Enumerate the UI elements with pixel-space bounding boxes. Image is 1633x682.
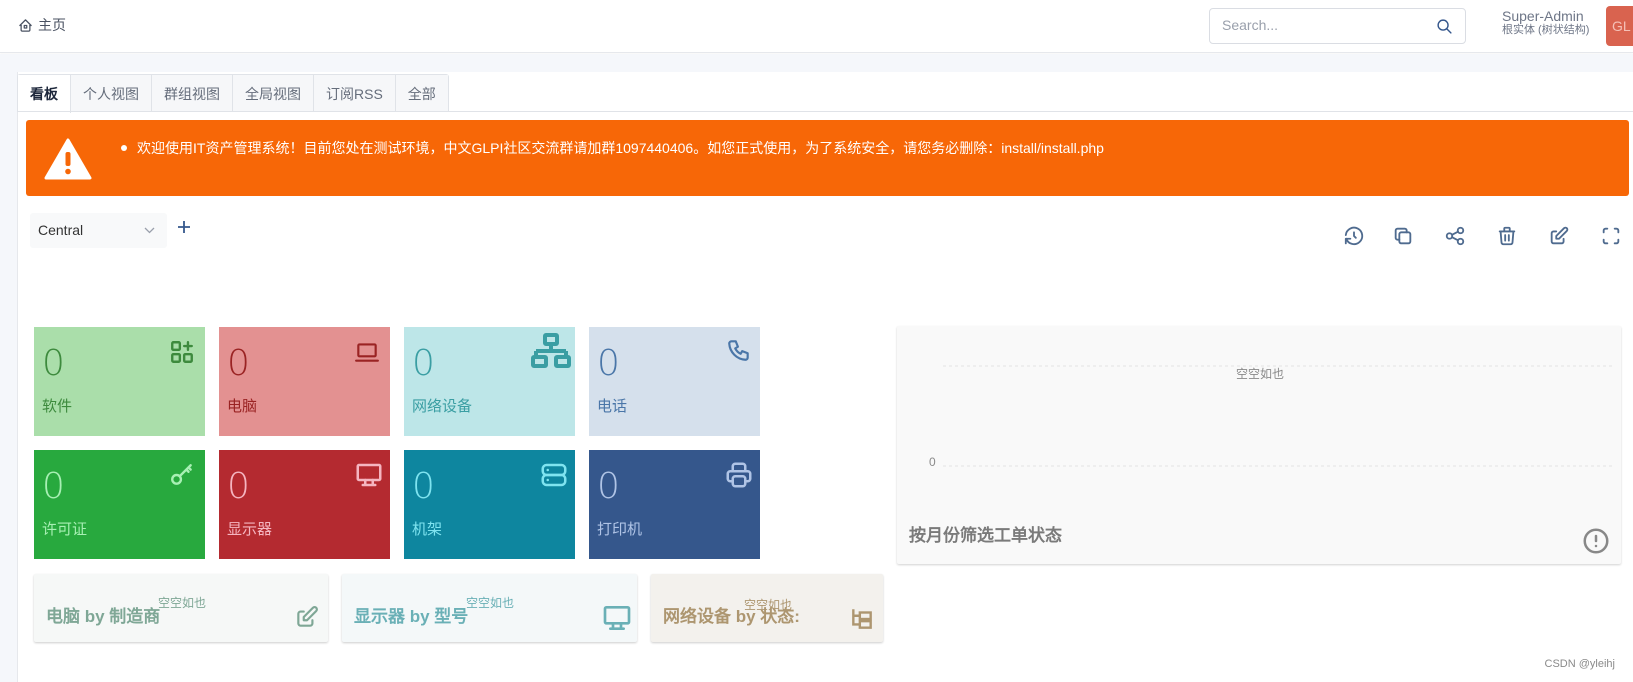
- widget-title: 显示器 by 型号: [354, 607, 469, 626]
- widget-ticket-status-by-month[interactable]: 0 空空如也 按月份筛选工单状态: [897, 326, 1621, 564]
- bullet: [121, 145, 127, 151]
- breadcrumb[interactable]: 主页: [18, 15, 66, 35]
- breadcrumb-home-link[interactable]: 主页: [38, 15, 66, 35]
- user-menu[interactable]: Super-Admin 根实体 (树状结构): [1502, 8, 1590, 37]
- ticket-status-chart: 0 空空如也: [929, 365, 1615, 469]
- card-monitors[interactable]: 0 显示器: [219, 450, 390, 559]
- history-icon[interactable]: [1343, 225, 1365, 247]
- card-phones[interactable]: 0 电话: [589, 327, 760, 436]
- chevron-down-icon: [144, 227, 155, 234]
- card-computers[interactable]: 0 电脑: [219, 327, 390, 436]
- monitor-icon: [356, 463, 382, 487]
- alert-text: 欢迎使用IT资产管理系统！目前您处在测试环境，中文GLPI社区交流群请加群109…: [137, 140, 1104, 156]
- trash-icon[interactable]: [1496, 225, 1518, 247]
- monitor-icon: [603, 606, 631, 630]
- network-icon: [531, 333, 571, 368]
- user-entity: 根实体 (树状结构): [1502, 24, 1590, 37]
- widget-monitors-by-model[interactable]: 显示器 by 型号 空空如也: [342, 574, 637, 642]
- top-header: 主页 Super-Admin 根实体 (树状结构) GL: [0, 0, 1633, 53]
- card-value: 0: [42, 343, 65, 384]
- card-value: 0: [412, 466, 435, 507]
- card-label: 显示器: [227, 521, 273, 538]
- widget-empty-text: 空空如也: [158, 596, 207, 610]
- card-value: 0: [42, 466, 65, 507]
- card-label: 网络设备: [412, 398, 473, 415]
- tab-group-view[interactable]: 群组视图: [152, 75, 233, 112]
- laptop-icon: [355, 343, 379, 362]
- fullscreen-icon[interactable]: [1600, 225, 1622, 247]
- card-value: 0: [227, 343, 250, 384]
- card-printers[interactable]: 0 打印机: [589, 450, 760, 559]
- tab-personal-view[interactable]: 个人视图: [71, 75, 152, 112]
- tree-icon: [852, 609, 872, 629]
- tab-rss[interactable]: 订阅RSS: [314, 75, 396, 112]
- printer-icon: [726, 462, 752, 488]
- card-network-devices[interactable]: 0 网络设备: [404, 327, 575, 436]
- widget-title: 按月份筛选工单状态: [909, 526, 1062, 545]
- card-value: 0: [597, 466, 620, 507]
- card-label: 许可证: [42, 521, 88, 538]
- clone-icon[interactable]: [1392, 225, 1414, 247]
- widget-empty-text: 空空如也: [744, 598, 793, 612]
- widget-computers-by-manufacturer[interactable]: 电脑 by 制造商 空空如也: [34, 574, 328, 642]
- chart-empty-text: 空空如也: [1236, 366, 1284, 381]
- tab-all[interactable]: 全部: [395, 75, 448, 112]
- card-value: 0: [227, 466, 250, 507]
- edit-icon[interactable]: [1548, 225, 1570, 247]
- share-icon[interactable]: [1444, 225, 1466, 247]
- footer-credit: CSDN @yleihj: [1544, 658, 1615, 670]
- card-label: 软件: [42, 398, 73, 415]
- card-label: 电脑: [227, 398, 258, 415]
- widget-network-devices-by-status[interactable]: 网络设备 by 状态: 空空如也: [651, 574, 883, 642]
- key-icon: [171, 464, 192, 485]
- y-tick-label: 0: [929, 455, 936, 469]
- alert-message: 欢迎使用IT资产管理系统！目前您处在测试环境，中文GLPI社区交流群请加群109…: [121, 138, 1104, 158]
- card-software[interactable]: 0 软件: [34, 327, 205, 436]
- card-licenses[interactable]: 0 许可证: [34, 450, 205, 559]
- search-box[interactable]: [1209, 8, 1466, 44]
- warning-triangle-icon: [44, 138, 92, 180]
- plus-icon[interactable]: [176, 219, 192, 235]
- card-label: 机架: [412, 521, 443, 538]
- card-value: 0: [597, 343, 620, 384]
- dashboard-select[interactable]: Central: [30, 213, 167, 248]
- card-label: 电话: [597, 398, 628, 415]
- dashboard-select-value: Central: [38, 222, 84, 238]
- view-tabs: 看板 个人视图 群组视图 全局视图 订阅RSS 全部: [17, 74, 449, 113]
- card-value: 0: [412, 343, 435, 384]
- card-label: 打印机: [597, 521, 643, 538]
- user-name: Super-Admin: [1502, 8, 1584, 24]
- search-input[interactable]: [1222, 17, 1422, 33]
- tab-global-view[interactable]: 全局视图: [233, 75, 314, 112]
- warning-alert: 欢迎使用IT资产管理系统！目前您处在测试环境，中文GLPI社区交流群请加群109…: [26, 120, 1629, 196]
- apps-plus-icon: [171, 341, 193, 363]
- server-icon: [541, 463, 567, 487]
- tab-dashboard[interactable]: 看板: [18, 75, 71, 113]
- card-racks[interactable]: 0 机架: [404, 450, 575, 559]
- home-icon: [19, 18, 32, 32]
- widget-empty-text: 空空如也: [466, 596, 515, 610]
- edit-icon: [297, 606, 318, 627]
- avatar[interactable]: GL: [1606, 6, 1633, 46]
- alert-circle-icon: [1583, 528, 1609, 554]
- phone-icon: [728, 340, 749, 361]
- tabs-divider: [17, 111, 1633, 112]
- widget-title: 电脑 by 制造商: [46, 607, 161, 626]
- search-icon[interactable]: [1436, 18, 1453, 35]
